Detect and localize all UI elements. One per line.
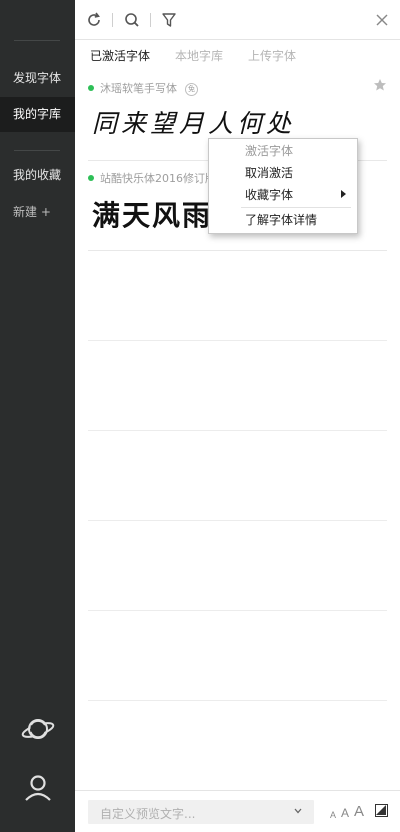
font-size-medium-button[interactable]: A [341,806,349,820]
list-divider [88,340,387,341]
toolbar [75,0,400,40]
list-divider [88,700,387,701]
sidebar-divider [14,150,60,151]
active-status-dot [88,175,94,181]
refresh-icon[interactable] [85,11,103,29]
sidebar-item-my-favorites[interactable]: 我的收藏 [0,158,75,193]
font-preview-text: 满天风雨 [92,199,213,232]
list-divider [88,430,387,431]
list-divider [88,520,387,521]
preview-placeholder: 自定义预览文字... [100,807,196,821]
menu-item-activate-font[interactable]: 激活字体 [245,142,293,159]
new-collection-button[interactable]: 新建 + [13,203,51,220]
close-icon[interactable] [373,11,391,29]
font-size-small-button[interactable]: A [330,810,336,820]
tab-upload-fonts[interactable]: 上传字体 [248,47,296,64]
sidebar-item-my-library[interactable]: 我的字库 [0,97,75,132]
sidebar: 发现字体 我的字库 我的收藏 新建 + [0,0,75,832]
toolbar-separator [112,13,113,27]
search-icon[interactable] [123,11,141,29]
menu-item-deactivate[interactable]: 取消激活 [245,164,293,181]
font-card-header: 沐瑶软笔手写体免 [88,80,198,96]
tab-bar: 已激活字体 本地字库 上传字体 [75,40,400,70]
active-status-dot [88,85,94,91]
tab-local-library[interactable]: 本地字库 [175,47,223,64]
sidebar-divider [14,40,60,41]
font-name: 沐瑶软笔手写体 [100,82,177,95]
main-panel: 已激活字体 本地字库 上传字体 沐瑶软笔手写体免 同来望月人何处 站酷快乐体20… [75,0,400,832]
font-preview-text: 同来望月人何处 [92,109,296,138]
free-badge: 免 [185,82,198,96]
menu-item-font-details[interactable]: 了解字体详情 [245,211,317,228]
bottom-bar: 自定义预览文字... A A A [75,790,400,832]
favorite-star-icon[interactable] [373,78,387,92]
font-size-large-button[interactable]: A [354,803,364,820]
sidebar-item-discover-fonts[interactable]: 发现字体 [0,61,75,96]
submenu-arrow-icon [341,190,346,198]
chevron-down-icon[interactable] [294,805,302,817]
list-divider [88,610,387,611]
tab-activated-fonts[interactable]: 已激活字体 [90,47,150,64]
font-name: 站酷快乐体2016修订版 [100,172,216,185]
font-card-header: 站酷快乐体2016修订版 [88,170,216,185]
planet-icon[interactable] [20,711,56,747]
contrast-icon[interactable] [375,804,388,817]
user-icon[interactable] [20,770,56,806]
filter-icon[interactable] [160,11,178,29]
context-menu: 激活字体 取消激活 收藏字体 了解字体详情 [208,138,358,234]
menu-separator [241,207,351,208]
menu-item-favorite-font[interactable]: 收藏字体 [245,186,293,203]
custom-preview-input[interactable]: 自定义预览文字... [88,800,314,824]
toolbar-separator [150,13,151,27]
